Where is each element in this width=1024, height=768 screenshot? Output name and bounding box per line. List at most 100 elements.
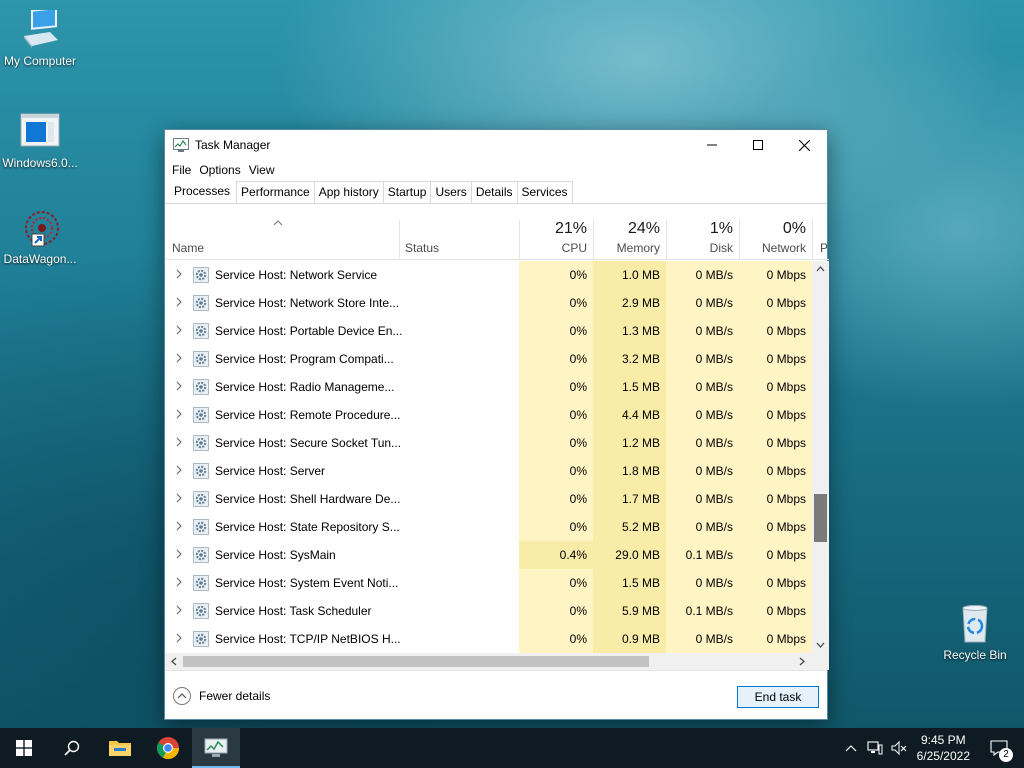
header-disk-label: Disk: [709, 241, 733, 255]
table-row[interactable]: Service Host: Remote Procedure... 0% 4.4 M…: [165, 401, 812, 429]
header-network-pct: 0%: [782, 220, 806, 237]
table-row[interactable]: Service Host: Portable Device En... 0% 1.3…: [165, 317, 812, 345]
scroll-right-icon[interactable]: [799, 657, 805, 666]
taskbar-file-explorer[interactable]: [96, 728, 144, 768]
horizontal-scroll-thumb[interactable]: [183, 656, 649, 667]
process-memory: 5.2 MB: [621, 520, 660, 534]
minimize-button[interactable]: [689, 130, 735, 160]
start-button[interactable]: [0, 728, 48, 768]
network-globe-icon: [20, 208, 60, 248]
table-row[interactable]: Service Host: Task Scheduler 0% 5.9 MB 0.1 …: [165, 597, 812, 625]
process-memory: 3.2 MB: [621, 352, 660, 366]
chevron-right-icon[interactable]: [175, 521, 183, 531]
close-button[interactable]: [781, 130, 827, 160]
chevron-right-icon[interactable]: [175, 409, 183, 419]
gear-icon: [193, 267, 209, 283]
maximize-button[interactable]: [735, 130, 781, 160]
desktop-icon-datawagon[interactable]: DataWagon...: [0, 208, 80, 266]
table-row[interactable]: Service Host: Shell Hardware De... 0% 1.7 …: [165, 485, 812, 513]
header-name[interactable]: Name: [165, 218, 399, 260]
tab-users[interactable]: Users: [430, 181, 472, 203]
taskbar-task-manager[interactable]: [192, 728, 240, 768]
chevron-right-icon[interactable]: [175, 493, 183, 503]
process-name: Service Host: Network Store Inte...: [215, 296, 400, 310]
table-row[interactable]: Service Host: Server 0% 1.8 MB 0 MB/s 0 Mbps: [165, 457, 812, 485]
scrollbar-corner: [812, 653, 829, 670]
process-disk: 0 MB/s: [695, 296, 733, 310]
process-network: 0 Mbps: [766, 296, 806, 310]
chevron-right-icon[interactable]: [175, 465, 183, 475]
desktop-icon-label: Windows6.0...: [2, 156, 78, 170]
scroll-down-icon[interactable]: [816, 642, 825, 648]
tab-processes[interactable]: Processes: [167, 179, 238, 203]
chevron-right-icon[interactable]: [175, 381, 183, 391]
chevron-right-icon[interactable]: [175, 549, 183, 559]
header-status[interactable]: Status: [399, 218, 519, 260]
chevron-right-icon[interactable]: [175, 605, 183, 615]
process-memory: 1.7 MB: [621, 492, 660, 506]
menu-view[interactable]: View: [248, 163, 282, 177]
process-name: Service Host: Secure Socket Tun...: [215, 436, 402, 450]
tab-performance[interactable]: Performance: [236, 181, 315, 203]
scroll-up-icon[interactable]: [816, 266, 825, 272]
gear-icon: [193, 631, 209, 647]
chevron-right-icon[interactable]: [175, 325, 183, 335]
vertical-scroll-thumb[interactable]: [814, 494, 827, 542]
gear-icon: [193, 379, 209, 395]
windows-logo-icon: [16, 740, 32, 756]
vertical-scrollbar[interactable]: [812, 261, 829, 653]
chevron-right-icon[interactable]: [175, 269, 183, 279]
chevron-right-icon[interactable]: [175, 353, 183, 363]
tab-app-history[interactable]: App history: [313, 181, 384, 203]
tray-overflow-chevron-icon[interactable]: [839, 744, 863, 752]
table-row[interactable]: Service Host: Network Store Inte... 0% 2.9…: [165, 289, 812, 317]
process-cpu: 0%: [569, 576, 587, 590]
taskbar-chrome[interactable]: [144, 728, 192, 768]
search-button[interactable]: [48, 728, 96, 768]
desktop-icon-my-computer[interactable]: My Computer: [0, 7, 80, 68]
table-row[interactable]: Service Host: Secure Socket Tun... 0% 1.2 …: [165, 429, 812, 457]
chevron-right-icon[interactable]: [175, 437, 183, 447]
window-title: Task Manager: [195, 138, 271, 152]
tab-startup[interactable]: Startup: [382, 181, 432, 203]
table-row[interactable]: Service Host: SysMain 0.4% 29.0 MB 0.1 MB/s…: [165, 541, 812, 569]
volume-muted-icon[interactable]: [887, 741, 911, 755]
header-power-partial[interactable]: P: [813, 218, 829, 260]
clock-time: 9:45 PM: [920, 733, 966, 747]
desktop-icon-windows[interactable]: Windows6.0...: [0, 112, 80, 170]
header-memory[interactable]: 24% Memory: [593, 218, 666, 260]
tab-services[interactable]: Services: [516, 181, 573, 203]
horizontal-scrollbar[interactable]: [165, 653, 812, 670]
desktop-icon-recycle-bin[interactable]: Recycle Bin: [935, 604, 1015, 662]
header-network[interactable]: 0% Network: [739, 218, 812, 260]
fewer-details-button[interactable]: Fewer details: [173, 687, 270, 705]
taskbar-clock[interactable]: 9:45 PM 6/25/2022: [917, 732, 970, 764]
menu-options[interactable]: Options: [198, 163, 247, 177]
chevron-right-icon[interactable]: [175, 633, 183, 643]
table-row[interactable]: Service Host: Program Compati... 0% 3.2 MB…: [165, 345, 812, 373]
chevron-right-icon[interactable]: [175, 297, 183, 307]
column-header: Name Status 21% CPU 24% Memory 1% Disk 0…: [165, 218, 829, 260]
header-cpu[interactable]: 21% CPU: [519, 218, 593, 260]
process-name: Service Host: Server: [215, 464, 326, 478]
table-row[interactable]: Service Host: TCP/IP NetBIOS H... 0% 0.9 M…: [165, 625, 812, 653]
gear-icon: [193, 435, 209, 451]
process-network: 0 Mbps: [766, 492, 806, 506]
table-row[interactable]: Service Host: System Event Noti... 0% 1.5 …: [165, 569, 812, 597]
end-task-button[interactable]: End task: [737, 686, 819, 708]
action-center-button[interactable]: 2: [984, 728, 1014, 768]
table-row[interactable]: Service Host: Network Service 0% 1.0 MB 0 M…: [165, 261, 812, 289]
recycle-bin-icon: [955, 604, 995, 644]
menu-file[interactable]: File: [171, 163, 198, 177]
chevron-right-icon[interactable]: [175, 577, 183, 587]
tab-details[interactable]: Details: [470, 181, 518, 203]
header-disk[interactable]: 1% Disk: [666, 218, 739, 260]
scroll-left-icon[interactable]: [171, 657, 177, 666]
network-icon[interactable]: [863, 741, 887, 755]
process-cpu: 0%: [569, 464, 587, 478]
title-bar[interactable]: Task Manager: [165, 130, 827, 160]
table-row[interactable]: Service Host: State Repository S... 0% 5.2…: [165, 513, 812, 541]
header-name-label: Name: [172, 241, 205, 255]
table-row[interactable]: Service Host: Radio Manageme... 0% 1.5 MB 0…: [165, 373, 812, 401]
process-network: 0 Mbps: [766, 380, 806, 394]
